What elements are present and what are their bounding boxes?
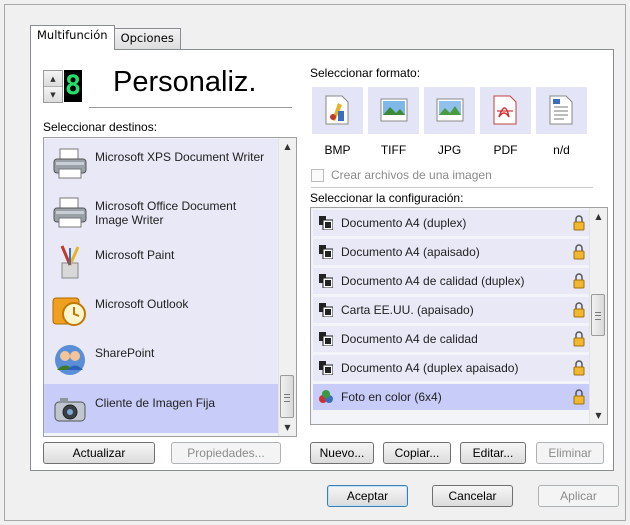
preset-spinner[interactable]: ▲ ▼ [43, 70, 63, 103]
single-image-label: Crear archivos de una imagen [331, 168, 492, 182]
paint-icon [60, 245, 80, 279]
config-icon [319, 216, 333, 230]
preset-name: Personaliz. [113, 66, 257, 98]
lock-icon [573, 215, 585, 231]
color-photo-icon [319, 390, 333, 403]
destination-item[interactable]: Microsoft Outlook [44, 286, 280, 335]
config-label: Documento A4 (apaisado) [341, 245, 480, 259]
config-item[interactable]: Documento A4 (apaisado) [313, 239, 589, 265]
refresh-button[interactable]: Actualizar [43, 442, 155, 464]
outlook-icon [52, 297, 86, 326]
format-bmp-button[interactable] [312, 87, 363, 134]
config-icon [319, 274, 333, 288]
format-label: PDF [493, 143, 518, 157]
destination-label: SharePoint [95, 346, 155, 360]
destination-label: Microsoft Paint [95, 248, 175, 262]
destination-label: Microsoft XPS Document Writer [95, 150, 265, 164]
tab-bar: Multifunción Opciones [30, 25, 181, 50]
printer-icon [53, 197, 87, 228]
new-config-button[interactable]: Nuevo... [310, 442, 374, 464]
config-label: Documento A4 de calidad (duplex) [341, 274, 525, 288]
format-pdf-button[interactable] [480, 87, 531, 134]
configuration-list[interactable]: Documento A4 (duplex) Documento A4 (apai… [310, 207, 608, 425]
spin-up-button[interactable]: ▲ [44, 71, 62, 86]
properties-button[interactable]: Propiedades... [171, 442, 281, 464]
format-jpg-button[interactable] [424, 87, 475, 134]
copy-config-button[interactable]: Copiar... [383, 442, 451, 464]
destination-item-selected[interactable]: Cliente de Imagen Fija [44, 384, 280, 433]
config-item[interactable]: Documento A4 (duplex apaisado) [313, 355, 589, 381]
tab-panel: ▲ ▼ 8 Personaliz. Seleccionar destinos: … [30, 49, 614, 471]
lock-icon [573, 389, 585, 405]
config-label: Documento A4 (duplex) [341, 216, 467, 230]
format-label: TIFF [380, 143, 407, 157]
config-label: Foto en color (6x4) [341, 390, 442, 404]
delete-config-button[interactable]: Eliminar [536, 442, 604, 464]
scrollbar-thumb[interactable] [591, 294, 605, 336]
edit-config-button[interactable]: Editar... [460, 442, 526, 464]
bmp-icon [325, 95, 349, 125]
config-icon [319, 332, 333, 346]
config-label: Documento A4 de calidad [341, 332, 478, 346]
scroll-down-icon[interactable]: ▼ [279, 419, 296, 436]
cancel-button[interactable]: Cancelar [432, 485, 513, 507]
sharepoint-icon [55, 345, 85, 375]
config-item[interactable]: Documento A4 (duplex) [313, 210, 589, 236]
tab-opciones[interactable]: Opciones [113, 28, 181, 50]
format-label: BMP [324, 143, 351, 157]
format-tiff-button[interactable] [368, 87, 419, 134]
lock-icon [573, 302, 585, 318]
preset-underline [89, 107, 292, 108]
config-icon [319, 361, 333, 375]
format-label: n/d [553, 143, 570, 157]
camera-icon [54, 398, 86, 422]
scrollbar-thumb[interactable] [280, 375, 294, 418]
destination-scrollbar[interactable]: ▲ ▼ [278, 138, 296, 436]
destination-item[interactable]: Microsoft Paint [44, 237, 280, 286]
scroll-down-icon[interactable]: ▼ [590, 407, 607, 424]
ok-button[interactable]: Aceptar [327, 485, 408, 507]
configurations-label: Seleccionar la configuración: [310, 191, 464, 205]
tab-multifuncion[interactable]: Multifunción [30, 25, 115, 50]
destination-label: Microsoft Outlook [95, 297, 189, 311]
lock-icon [573, 273, 585, 289]
lock-icon [573, 331, 585, 347]
apply-button[interactable]: Aplicar [538, 485, 619, 507]
destination-item[interactable]: Microsoft XPS Document Writer [44, 139, 280, 188]
config-label: Documento A4 (duplex apaisado) [341, 361, 519, 375]
format-label: JPG [437, 143, 462, 157]
config-icon [319, 245, 333, 259]
config-item-selected[interactable]: Foto en color (6x4) [313, 384, 589, 410]
destinations-label: Seleccionar destinos: [43, 120, 158, 134]
separator [311, 187, 593, 188]
pdf-icon [493, 95, 517, 125]
destination-list[interactable]: Microsoft XPS Document Writer Microsoft … [43, 137, 297, 437]
scroll-up-icon[interactable]: ▲ [279, 138, 296, 155]
tiff-icon [380, 98, 408, 122]
config-item[interactable]: Documento A4 de calidad (duplex) [313, 268, 589, 294]
single-image-checkbox[interactable] [311, 169, 324, 182]
config-item[interactable]: Documento A4 de calidad [313, 326, 589, 352]
jpg-icon [436, 98, 464, 122]
spin-down-button[interactable]: ▼ [44, 86, 62, 102]
configuration-scrollbar[interactable]: ▲ ▼ [589, 208, 607, 424]
format-text-button[interactable] [536, 87, 587, 134]
formats-label: Seleccionar formato: [310, 66, 421, 80]
destination-label: Microsoft Office Document Image Writer [95, 199, 237, 227]
destination-label: Cliente de Imagen Fija [95, 396, 216, 410]
preset-number-display: 8 [64, 70, 82, 102]
config-icon [319, 303, 333, 317]
scroll-up-icon[interactable]: ▲ [590, 208, 607, 225]
lock-icon [573, 360, 585, 376]
destination-item[interactable]: SharePoint [44, 335, 280, 384]
lock-icon [573, 244, 585, 260]
config-item[interactable]: Carta EE.UU. (apaisado) [313, 297, 589, 323]
destination-item[interactable]: Microsoft Office Document Image Writer [44, 188, 280, 237]
printer-icon [53, 148, 87, 179]
config-label: Carta EE.UU. (apaisado) [341, 303, 474, 317]
text-doc-icon [549, 95, 573, 125]
